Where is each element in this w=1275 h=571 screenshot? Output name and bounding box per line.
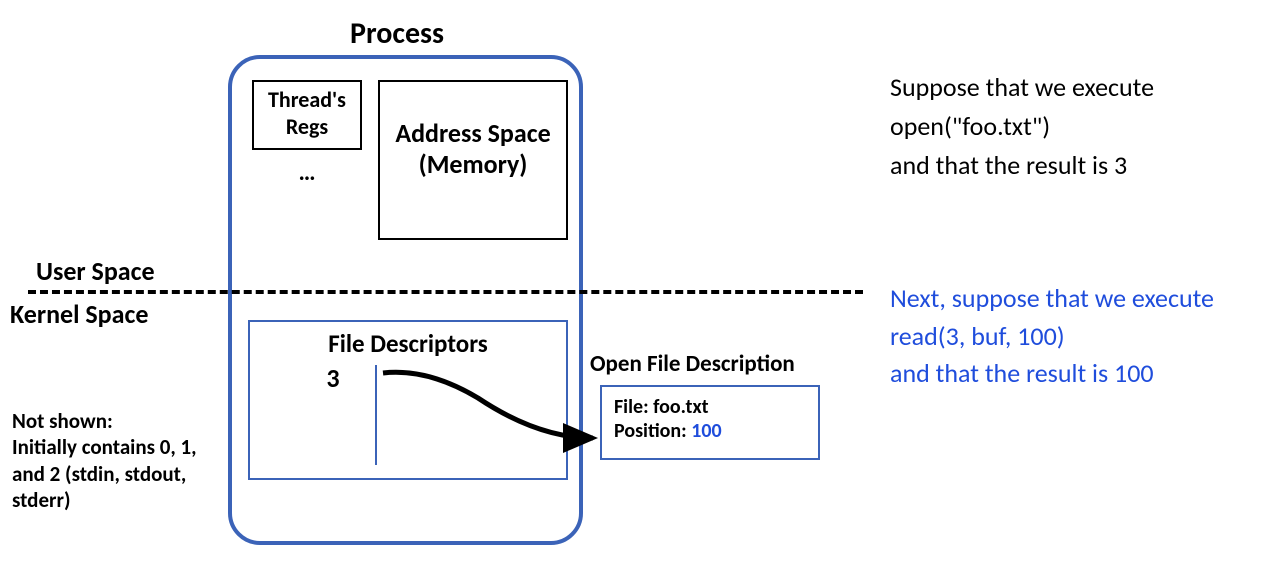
side2-line2: read(3, buf, 100) — [890, 318, 1270, 356]
ofd-pos-row: Position: 100 — [614, 419, 806, 443]
not-shown-note: Not shown: Initially contains 0, 1, and … — [12, 408, 217, 513]
process-title: Process — [350, 15, 444, 52]
ofd-file-row: File: foo.txt — [614, 395, 806, 419]
ofd-box: File: foo.txt Position: 100 — [600, 385, 820, 460]
side1-line2: open("foo.txt") — [890, 107, 1270, 146]
addr-space-label: Address Space (Memory) — [378, 118, 568, 180]
thread-regs-label: Thread's Regs — [252, 86, 362, 140]
side2-line1: Next, suppose that we execute — [890, 280, 1270, 318]
fd-divider — [375, 365, 377, 465]
fd-number: 3 — [308, 362, 358, 394]
fd-arrow-icon — [378, 358, 608, 448]
side-text-1: Suppose that we execute open("foo.txt") … — [890, 68, 1270, 185]
ofd-file-value: foo.txt — [653, 395, 708, 419]
file-descriptors-label: File Descriptors — [248, 328, 568, 359]
ofd-file-label: File: — [614, 395, 653, 419]
thread-more-label: … — [252, 158, 362, 187]
kernel-space-label: Kernel Space — [10, 298, 148, 330]
side-text-2: Next, suppose that we execute read(3, bu… — [890, 280, 1270, 393]
ofd-pos-label: Position: — [614, 419, 691, 443]
side2-line3: and that the result is 100 — [890, 355, 1270, 393]
side1-line1: Suppose that we execute — [890, 68, 1270, 107]
user-kernel-divider — [28, 290, 863, 294]
ofd-title: Open File Description — [590, 350, 870, 378]
ofd-pos-value: 100 — [691, 419, 721, 443]
side1-line3: and that the result is 3 — [890, 146, 1270, 185]
user-space-label: User Space — [36, 255, 155, 287]
